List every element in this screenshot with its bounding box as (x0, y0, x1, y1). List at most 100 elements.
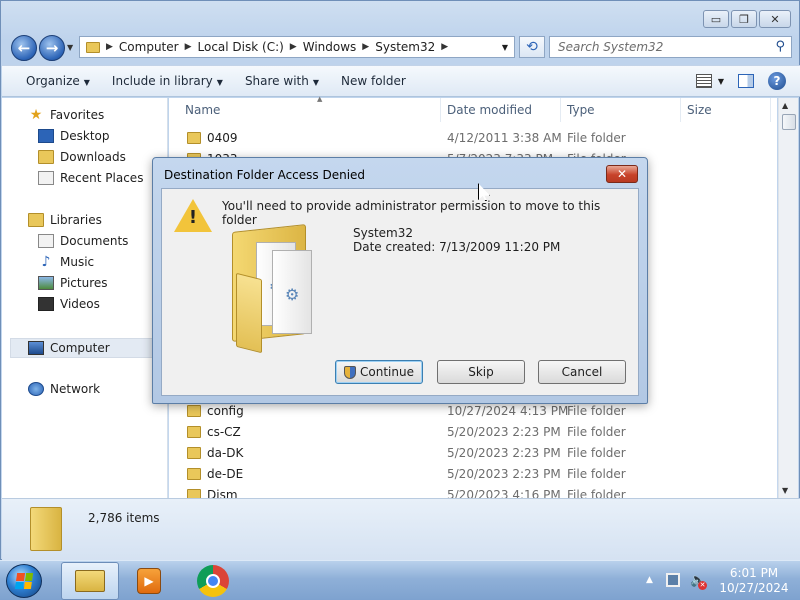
item-count: 2,786 items (88, 511, 160, 525)
maximize-button[interactable]: ❐ (731, 10, 757, 28)
show-hidden-icons-icon[interactable]: ▲ (646, 575, 653, 585)
breadcrumb-system32[interactable]: System32 (375, 40, 435, 54)
chevron-right-icon[interactable]: ▶ (290, 42, 297, 52)
taskbar-chrome[interactable] (184, 562, 242, 600)
chevron-down-icon: ▼ (83, 78, 90, 87)
file-name: da-DK (207, 446, 244, 460)
details-pane: 2,786 items (2, 498, 800, 560)
access-denied-dialog: Destination Folder Access Denied ✕ ! You… (152, 157, 648, 404)
continue-label: Continue (360, 365, 414, 379)
scroll-thumb[interactable] (782, 114, 796, 130)
table-row[interactable]: de-DE 5/20/2023 2:23 PM File folder (169, 464, 775, 485)
column-header-size[interactable]: Size (681, 98, 771, 122)
organize-label: Organize (26, 74, 80, 88)
libraries-group[interactable]: Libraries (28, 213, 102, 227)
table-row[interactable]: config 10/27/2024 4:13 PM File folder (169, 401, 775, 422)
clock-time: 6:01 PM (729, 566, 779, 580)
sidebar-item-desktop[interactable]: Desktop (38, 129, 110, 143)
chevron-right-icon[interactable]: ▶ (362, 42, 369, 52)
uac-shield-icon (344, 365, 357, 379)
file-date: 4/12/2011 3:38 AM (447, 131, 562, 145)
back-button[interactable]: ← (11, 35, 37, 61)
file-date: 5/20/2023 2:23 PM (447, 446, 561, 460)
column-header-name[interactable]: Name ▲ (179, 95, 441, 122)
videos-icon (38, 297, 54, 311)
vertical-scrollbar[interactable]: ▲ ▼ (778, 98, 798, 498)
new-folder-button[interactable]: New folder (333, 74, 414, 88)
sidebar-item-label: Music (60, 255, 95, 269)
sidebar-item-recent-places[interactable]: Recent Places (38, 171, 143, 185)
file-date: 5/20/2023 2:23 PM (447, 425, 561, 439)
music-icon: ♪ (41, 254, 51, 270)
table-row[interactable]: cs-CZ 5/20/2023 2:23 PM File folder (169, 422, 775, 443)
folder-icon (187, 132, 201, 144)
search-icon[interactable]: ⚲ (775, 39, 785, 54)
chevron-down-icon[interactable]: ▼ (718, 77, 724, 86)
recent-places-icon (38, 171, 54, 185)
chevron-right-icon[interactable]: ▶ (106, 42, 113, 52)
continue-button[interactable]: Continue (335, 360, 423, 384)
refresh-button[interactable]: ⟲ (519, 36, 545, 58)
chevron-right-icon[interactable]: ▶ (185, 42, 192, 52)
share-with-menu[interactable]: Share with ▼ (237, 74, 327, 88)
file-type: File folder (567, 404, 626, 418)
share-with-label: Share with (244, 74, 309, 88)
network-status-icon[interactable] (666, 573, 680, 587)
table-row[interactable]: da-DK 5/20/2023 2:23 PM File folder (169, 443, 775, 464)
sidebar-item-computer[interactable]: Computer (28, 341, 110, 355)
forward-arrow-icon: → (45, 39, 59, 57)
include-in-library-menu[interactable]: Include in library ▼ (104, 74, 231, 88)
sort-ascending-icon: ▲ (317, 95, 323, 103)
start-button[interactable] (6, 564, 42, 598)
clock[interactable]: 6:01 PM 10/27/2024 (716, 566, 792, 596)
media-player-icon: ▶ (137, 568, 161, 594)
file-name: de-DE (207, 467, 244, 481)
sidebar-item-downloads[interactable]: Downloads (38, 150, 126, 164)
organize-menu[interactable]: Organize ▼ (18, 74, 98, 88)
chevron-down-icon: ▼ (312, 78, 319, 87)
help-icon[interactable]: ? (768, 72, 786, 90)
dialog-body: ! You'll need to provide administrator p… (161, 188, 639, 396)
folder-icon (187, 447, 201, 459)
taskbar-explorer[interactable] (61, 562, 119, 600)
navigation-pane: ★ Favorites Desktop Downloads Recent Plac… (2, 98, 168, 498)
sidebar-item-music[interactable]: ♪ Music (38, 254, 95, 270)
preview-pane-icon[interactable] (738, 74, 754, 88)
file-name: 0409 (207, 131, 238, 145)
search-input[interactable]: Search System32 ⚲ (549, 36, 792, 58)
breadcrumb-windows[interactable]: Windows (303, 40, 357, 54)
refresh-icon: ⟲ (526, 39, 538, 55)
breadcrumb-computer[interactable]: Computer (119, 40, 179, 54)
column-header-label: Name (185, 103, 221, 117)
warning-exclamation-icon: ! (188, 207, 198, 228)
column-header-date[interactable]: Date modified (441, 98, 561, 122)
scroll-up-icon[interactable]: ▲ (782, 101, 788, 110)
breadcrumb-local-disk[interactable]: Local Disk (C:) (198, 40, 284, 54)
column-header-type[interactable]: Type (561, 98, 681, 122)
minimize-button[interactable]: ▭ (703, 10, 729, 28)
cancel-button[interactable]: Cancel (538, 360, 626, 384)
close-button[interactable]: ✕ (759, 10, 791, 28)
address-bar[interactable]: ▶ Computer ▶ Local Disk (C:) ▶ Windows ▶… (79, 36, 515, 58)
change-view-icon[interactable] (695, 74, 712, 88)
sidebar-item-pictures[interactable]: Pictures (38, 276, 108, 290)
chevron-right-icon[interactable]: ▶ (441, 42, 448, 52)
sidebar-item-videos[interactable]: Videos (38, 297, 100, 311)
file-type: File folder (567, 131, 626, 145)
folder-icon (187, 426, 201, 438)
scroll-down-icon[interactable]: ▼ (782, 486, 788, 495)
skip-button[interactable]: Skip (437, 360, 525, 384)
sidebar-item-documents[interactable]: Documents (38, 234, 128, 248)
folder-date-created: Date created: 7/13/2009 11:20 PM (353, 240, 561, 254)
file-name: cs-CZ (207, 425, 241, 439)
table-row[interactable]: 0409 4/12/2011 3:38 AM File folder (169, 128, 775, 149)
recent-pages-dropdown[interactable]: ▼ (67, 43, 73, 52)
address-history-dropdown[interactable]: ▼ (502, 43, 508, 52)
sidebar-item-network[interactable]: Network (28, 382, 100, 396)
taskbar-media-player[interactable]: ▶ (120, 562, 178, 600)
libraries-icon (28, 213, 44, 227)
folder-icon (187, 468, 201, 480)
favorites-group[interactable]: ★ Favorites (28, 108, 105, 122)
forward-button[interactable]: → (39, 35, 65, 61)
dialog-close-button[interactable]: ✕ (606, 165, 638, 183)
